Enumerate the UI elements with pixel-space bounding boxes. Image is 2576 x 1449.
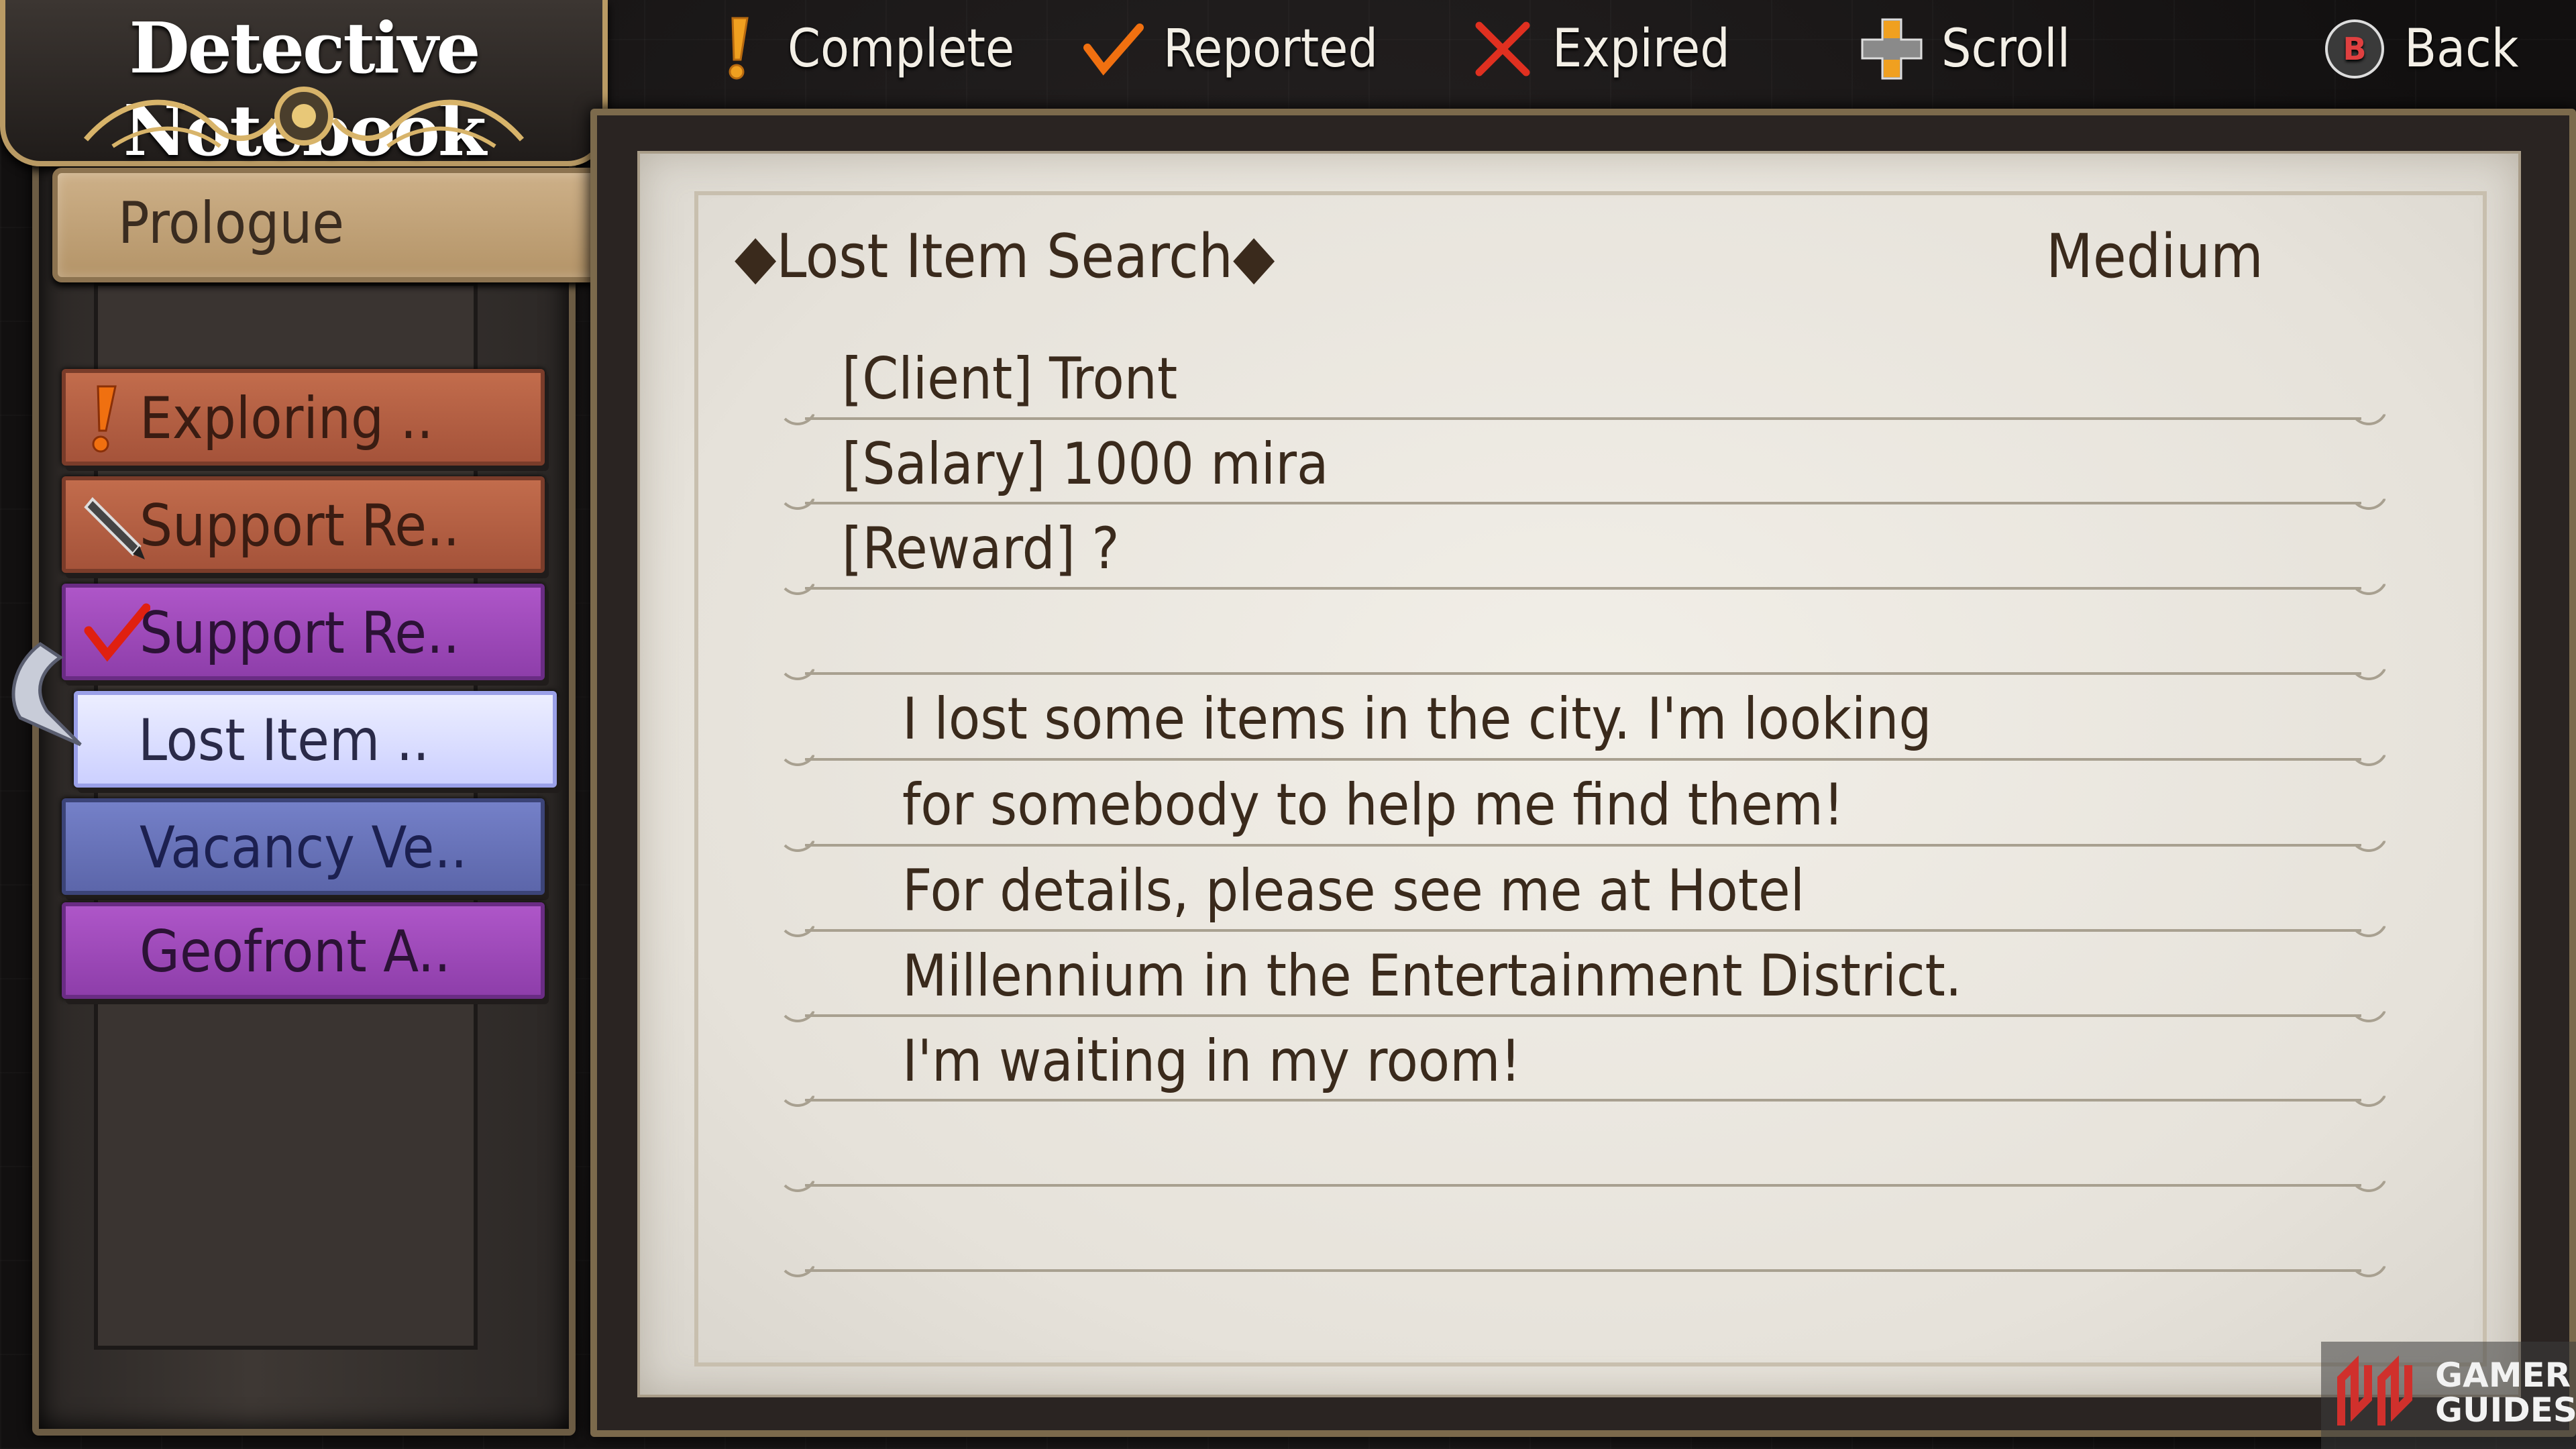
back-label: Back (2404, 19, 2519, 79)
quest-tab-label: Lost Item .. (138, 707, 429, 774)
salary-line: [Salary] 1000 mira (842, 431, 1329, 498)
description-line: for somebody to help me find them! (902, 771, 1844, 839)
ruled-line (778, 1269, 2388, 1277)
pen-icon (83, 490, 145, 564)
watermark-text: GAMER GUIDES (2435, 1356, 2576, 1430)
quest-tab-label: Geofront A.. (140, 918, 451, 985)
quest-tab-support-1[interactable]: Support Re.. (62, 476, 545, 573)
quest-tab-vacancy[interactable]: Vacancy Ve.. (62, 798, 545, 895)
legend-scroll-label: Scroll (1941, 19, 2071, 79)
legend-reported-label: Reported (1163, 19, 1378, 79)
ruled-line (778, 417, 2388, 425)
title-plate: Detective Notebook (0, 0, 608, 172)
legend-complete-label: Complete (788, 19, 1015, 79)
x-icon (1469, 15, 1536, 83)
ruled-line (778, 1014, 2388, 1022)
legend-expired-label: Expired (1552, 19, 1730, 79)
checkmark-icon (1080, 15, 1147, 83)
reward-line: [Reward] ? (842, 515, 1120, 582)
quest-tab-label: Exploring .. (140, 385, 433, 452)
quest-tab-lost-item[interactable]: Lost Item .. (74, 691, 557, 788)
ruled-line (778, 587, 2388, 595)
ruled-line (778, 758, 2388, 766)
cursor-icon (11, 641, 82, 747)
quest-tab-label: Support Re.. (140, 600, 460, 667)
ruled-line (778, 1184, 2388, 1192)
gamer-guides-logo-icon (2337, 1355, 2412, 1426)
b-button-letter: B (2343, 31, 2366, 67)
ornament-icon (83, 87, 525, 148)
ruled-line (778, 844, 2388, 852)
description-line: I lost some items in the city. I'm looki… (902, 686, 1932, 753)
b-button-icon: B (2321, 15, 2388, 83)
exclamation-icon (83, 382, 144, 456)
watermark: GAMER GUIDES (2321, 1342, 2576, 1449)
legend-reported: Reported (1080, 12, 1378, 86)
quest-difficulty: Medium (2046, 221, 2263, 292)
description-line: For details, please see me at Hotel (902, 857, 1805, 924)
ruled-line (778, 672, 2388, 680)
description-line: I'm waiting in my room! (902, 1028, 1521, 1095)
client-line: [Client] Tront (842, 345, 1178, 413)
legend-scroll: Scroll (1858, 12, 2070, 86)
ruled-line (778, 1099, 2388, 1107)
description-line: Millennium in the Entertainment District… (902, 943, 1962, 1010)
quest-tab-geofront[interactable]: Geofront A.. (62, 902, 545, 999)
quest-title: ◆Lost Item Search◆ (735, 221, 1275, 292)
legend-expired: Expired (1469, 12, 1730, 86)
chapter-tab[interactable]: Prologue (52, 168, 620, 282)
quest-tab-exploring[interactable]: Exploring .. (62, 369, 545, 466)
chapter-label: Prologue (118, 190, 344, 257)
back-button[interactable]: B Back (2321, 12, 2518, 86)
quest-tab-label: Support Re.. (140, 492, 460, 559)
quest-tab-support-2[interactable]: Support Re.. (62, 584, 545, 680)
ruled-line (778, 929, 2388, 937)
exclamation-icon (704, 15, 771, 83)
ruled-line (778, 502, 2388, 510)
dpad-icon (1858, 15, 1925, 83)
quest-tab-label: Vacancy Ve.. (140, 814, 468, 881)
legend-complete: Complete (704, 12, 1014, 86)
